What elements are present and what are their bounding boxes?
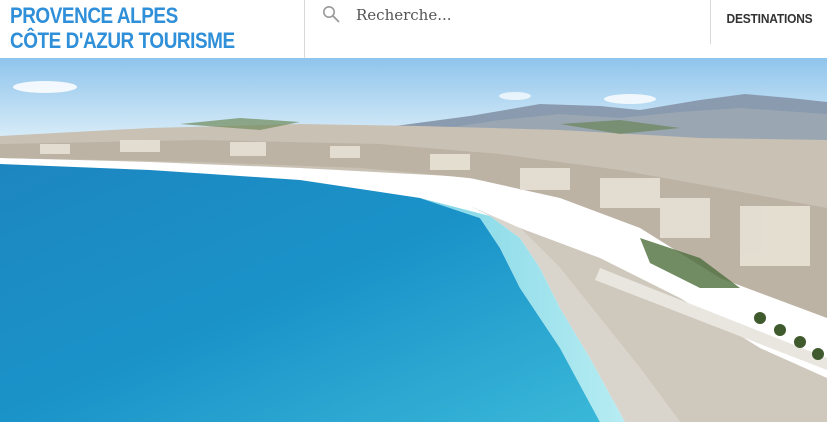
hero-photo-nice-coastline	[0, 58, 827, 422]
header-divider-left	[304, 0, 305, 58]
logo-line-1: PROVENCE ALPES	[10, 3, 178, 28]
logo-line-2: CÔTE D'AZUR TOURISME	[10, 28, 235, 53]
search-icon[interactable]	[322, 5, 340, 23]
header-divider-right	[710, 0, 711, 44]
site-header: PROVENCE ALPES CÔTE D'AZUR TOURISME DEST…	[0, 0, 827, 58]
nav-destinations[interactable]: DESTINATIONS	[717, 11, 823, 26]
search-input[interactable]	[352, 2, 690, 28]
hero-image	[0, 58, 827, 422]
site-logo[interactable]: PROVENCE ALPES CÔTE D'AZUR TOURISME	[10, 3, 235, 53]
